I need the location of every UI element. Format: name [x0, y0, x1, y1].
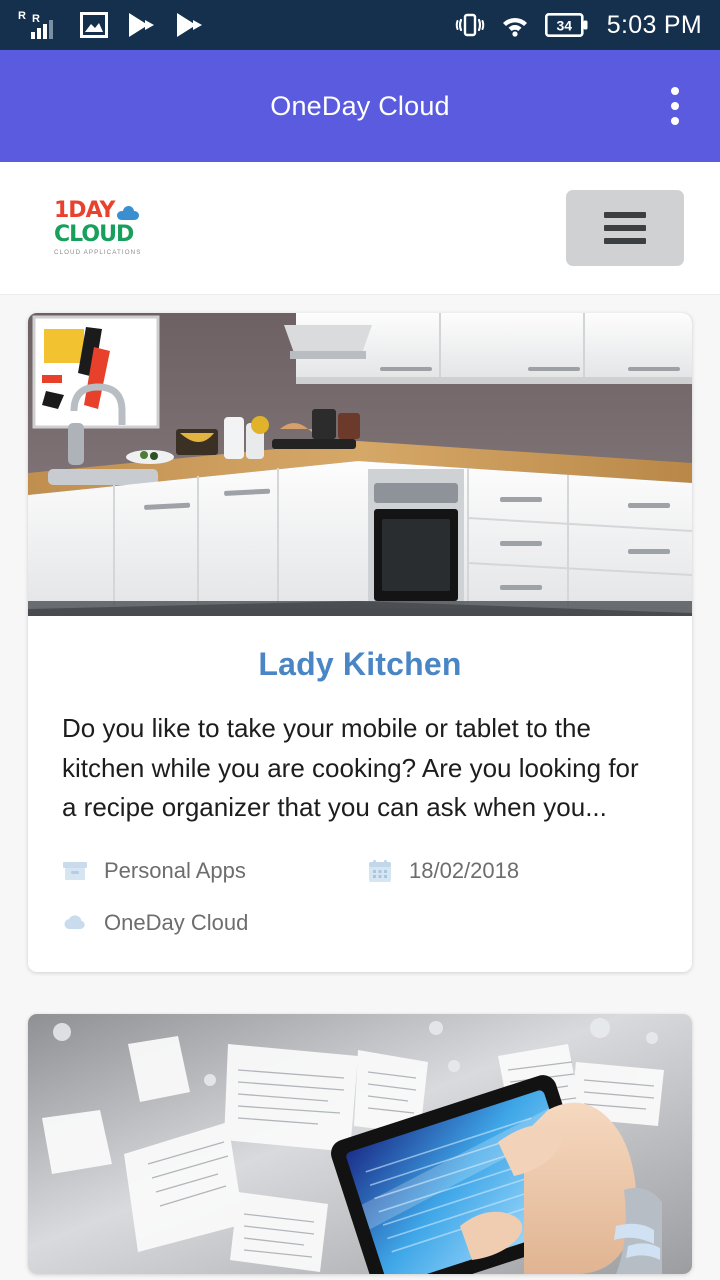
hamburger-line	[604, 212, 646, 218]
status-bar-left-icons: R R	[18, 10, 455, 40]
article-card[interactable]	[28, 1013, 692, 1274]
app-bar: OneDay Cloud	[0, 50, 720, 162]
play-store-icon	[129, 13, 154, 37]
article-date: 18/02/2018	[367, 858, 519, 884]
article-author-row: OneDay Cloud	[62, 910, 658, 936]
article-description: Do you like to take your mobile or table…	[62, 713, 639, 823]
article-image-tablet-documents	[28, 1013, 692, 1274]
hamburger-line	[604, 238, 646, 244]
site-logo[interactable]: 1DAY CLOUD CLOUD APPLICATIONS	[54, 200, 150, 257]
dot	[671, 87, 679, 95]
calendar-icon	[369, 859, 391, 882]
roaming-label-1: R	[18, 10, 26, 22]
status-bar-right-icons: 34 5:03 PM	[455, 10, 702, 40]
article-category: Personal Apps	[62, 858, 367, 884]
signal-bars	[31, 20, 53, 39]
signal-roaming-icon: R R	[18, 10, 62, 40]
logo-top-row: 1DAY	[54, 200, 150, 222]
logo-tagline: CLOUD APPLICATIONS	[54, 249, 142, 256]
overflow-menu-icon[interactable]	[646, 50, 704, 162]
app-bar-title: OneDay Cloud	[270, 90, 450, 121]
article-title[interactable]: Lady Kitchen	[62, 646, 658, 683]
hamburger-menu-button[interactable]	[566, 190, 684, 266]
article-date-label: 18/02/2018	[409, 857, 520, 883]
vibrate-icon	[455, 13, 485, 37]
dot	[671, 102, 679, 110]
status-bar-clock: 5:03 PM	[606, 10, 702, 39]
battery-percent-text: 34	[556, 18, 572, 34]
hamburger-line	[604, 225, 646, 231]
article-author-label: OneDay Cloud	[104, 909, 249, 935]
article-list: Lady Kitchen Do you like to take your mo…	[0, 295, 720, 1274]
phone-screen: R R 34 5:03 PM OneDay Cloud 1DAY CLOUD C…	[0, 0, 720, 1280]
article-card[interactable]: Lady Kitchen Do you like to take your mo…	[28, 313, 692, 972]
cloud-icon	[117, 206, 140, 220]
cloud-icon	[64, 914, 85, 929]
kitchen-photo-illustration	[28, 313, 692, 616]
image-icon	[80, 12, 108, 38]
status-bar: R R 34 5:03 PM	[0, 0, 720, 50]
logo-word-1day: 1DAY	[54, 198, 115, 223]
battery-icon: 34	[544, 13, 588, 37]
wifi-icon	[502, 18, 527, 37]
tablet-documents-photo-illustration	[28, 1013, 692, 1274]
article-meta-row: Personal Apps 18/02/2018	[62, 858, 658, 884]
article-image-kitchen	[28, 313, 692, 616]
article-author: OneDay Cloud	[62, 910, 248, 936]
dot	[671, 117, 679, 125]
article-body: Lady Kitchen Do you like to take your mo…	[28, 616, 692, 972]
folder-icon	[63, 861, 87, 880]
article-category-label: Personal Apps	[104, 857, 246, 883]
site-header: 1DAY CLOUD CLOUD APPLICATIONS	[0, 162, 720, 295]
play-store-icon	[177, 13, 202, 37]
logo-word-cloud: CLOUD	[54, 222, 134, 247]
